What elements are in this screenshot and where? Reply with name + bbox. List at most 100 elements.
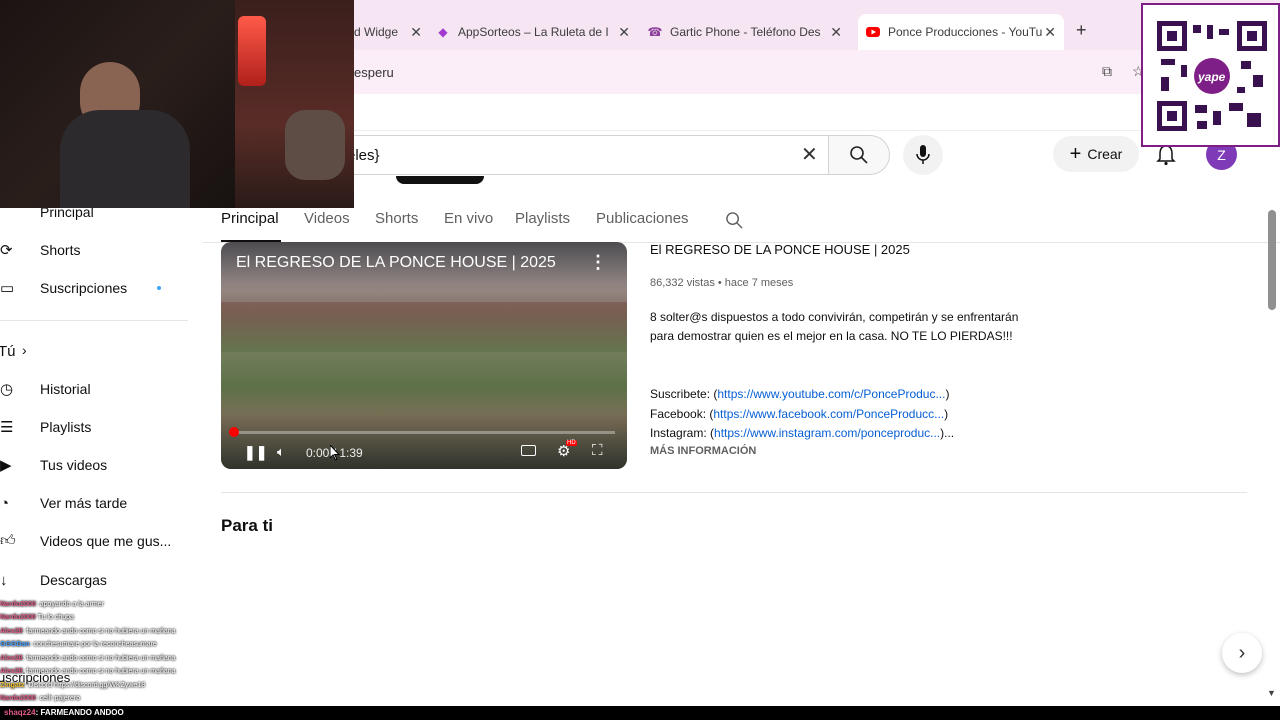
sidebar-item-history[interactable]: ◷ Historial <box>0 370 190 408</box>
chat-text: : conchesumare por la reconcheasumare <box>29 641 157 648</box>
link-line: Instagram: (https://www.instagram.com/po… <box>650 424 954 444</box>
tab-live[interactable]: En vivo <box>444 210 493 227</box>
voice-search-button[interactable] <box>903 135 943 175</box>
tab-home[interactable]: Principal <box>221 210 279 227</box>
browser-tab-active[interactable]: Ponce Producciones - YouTu ✕ <box>858 14 1064 50</box>
clear-search-icon[interactable]: ✕ <box>801 142 818 167</box>
url-text: esperu <box>354 65 394 80</box>
link-suffix: ) <box>945 387 950 401</box>
browser-tab[interactable]: d Widge ✕ <box>354 14 430 50</box>
playlists-icon: ☰ <box>0 419 14 436</box>
browser-tab[interactable]: ◆ AppSorteos – La Ruleta de I ✕ <box>436 14 638 50</box>
search-icon <box>850 146 868 164</box>
new-content-dot <box>157 286 161 290</box>
close-tab-icon[interactable]: ✕ <box>830 24 842 41</box>
watch-later-icon: ◔ <box>0 494 10 512</box>
sidebar-item-label: Descargas <box>40 572 107 588</box>
link-line: Facebook: (https://www.facebook.com/Ponc… <box>650 405 954 425</box>
appsorteos-icon: ◆ <box>438 25 448 39</box>
sidebar-item-label: Shorts <box>40 242 81 258</box>
chat-username: Zingatz <box>0 682 25 689</box>
chat-ticker-bar: shaqz24: FARMEANDO ANDOO <box>0 706 1280 720</box>
shorts-icon: ⟳ <box>0 242 13 259</box>
search-button[interactable] <box>828 135 890 175</box>
sidebar-item-your-videos[interactable]: ▶ Tus videos <box>0 446 190 484</box>
facebook-link[interactable]: https://www.facebook.com/PonceProducc... <box>713 407 944 421</box>
chat-username: shaqz24 <box>4 708 36 717</box>
link-prefix: Instagram: ( <box>650 426 715 440</box>
close-tab-icon[interactable]: ✕ <box>618 24 630 41</box>
section-divider <box>221 492 1247 493</box>
notifications-bell-icon[interactable] <box>1156 144 1176 166</box>
scrollbar-thumb[interactable] <box>1268 210 1276 310</box>
tab-label: d Widge <box>354 25 399 39</box>
chat-message: Alex28: farmeando ando como si no hubier… <box>0 655 176 662</box>
section-title: Para ti <box>221 516 273 535</box>
featured-video-title[interactable]: El REGRESO DE LA PONCE HOUSE | 2025 <box>650 242 910 257</box>
chat-text: Tu lo chupa <box>37 614 74 621</box>
sidebar-item-liked-videos[interactable]: 👍︎ Videos que me gus... <box>0 522 190 560</box>
subtitles-icon[interactable] <box>521 445 536 456</box>
next-arrow-button[interactable]: › <box>1222 633 1262 673</box>
tab-label: Gartic Phone - Teléfono Des <box>670 25 821 39</box>
sidebar-item-watch-later[interactable]: ◔ Ver más tarde <box>0 484 190 522</box>
sidebar-section-you[interactable]: Tú › <box>0 332 190 370</box>
chat-username: Alex28 <box>0 655 23 662</box>
tab-playlists[interactable]: Playlists <box>515 210 570 227</box>
close-tab-icon[interactable]: ✕ <box>410 24 422 41</box>
chat-text: : apoyando a la armer <box>35 601 104 608</box>
tab-videos[interactable]: Videos <box>304 210 350 227</box>
tab-label: Ponce Producciones - YouTu <box>888 25 1043 39</box>
sidebar-item-label: Historial <box>40 381 91 397</box>
volume-icon[interactable]: 🔈︎ <box>277 444 285 460</box>
link-line: Suscribete: (https://www.youtube.com/c/P… <box>650 385 954 405</box>
link-prefix: Facebook: ( <box>650 406 714 421</box>
chat-text: : FARMEANDO ANDOO <box>35 708 124 717</box>
sidebar-item-subscriptions[interactable]: ▭ Suscripciones <box>0 269 190 307</box>
history-icon: ◷ <box>0 381 14 398</box>
video-frame-scenery <box>221 302 627 352</box>
create-button[interactable]: + Crear <box>1053 136 1139 172</box>
link-suffix: )... <box>940 426 955 440</box>
your-videos-icon: ▶ <box>0 457 12 474</box>
channel-search-icon[interactable] <box>725 211 744 230</box>
new-tab-icon[interactable]: + <box>1076 20 1087 41</box>
gartic-phone-icon: ☎ <box>647 25 663 39</box>
browser-tab[interactable]: ☎ Gartic Phone - Teléfono Des ✕ <box>648 14 850 50</box>
microphone-icon <box>916 145 930 164</box>
sidebar-item-label: Tus videos <box>40 457 108 473</box>
chat-username: Nardo2000 <box>0 601 36 608</box>
install-app-icon[interactable]: ⧉ <box>1102 63 1112 80</box>
instagram-link[interactable]: https://www.instagram.com/ponceproduc... <box>714 426 940 440</box>
subscriptions-icon: ▭ <box>0 280 15 297</box>
link-prefix: Suscribete: ( <box>650 387 718 401</box>
chat-message: Nardo2000: apoyando a la armer <box>0 601 104 608</box>
plus-icon: + <box>1069 142 1082 165</box>
more-info-link[interactable]: MÁS INFORMACIÓN <box>650 445 756 457</box>
qr-code-overlay: yape <box>1141 3 1280 147</box>
sidebar-item-downloads[interactable]: ↓ Descargas <box>0 561 190 599</box>
sidebar-item-shorts[interactable]: ⟳ Shorts <box>0 231 190 269</box>
chat-text: : farmeando ando como si no hubiera un m… <box>22 628 176 635</box>
fullscreen-icon[interactable]: ⛶ <box>592 442 603 459</box>
youtube-link[interactable]: https://www.youtube.com/c/PonceProduc... <box>717 387 945 401</box>
sidebar-item-playlists[interactable]: ☰ Playlists <box>0 408 190 446</box>
chat-message: Alex28: farmeando ando como si no hubier… <box>0 628 176 635</box>
progress-track[interactable] <box>233 431 615 434</box>
player-title[interactable]: El REGRESO DE LA PONCE HOUSE | 2025 <box>236 254 556 272</box>
close-tab-icon[interactable]: ✕ <box>1044 24 1056 41</box>
youtube-icon <box>866 25 880 39</box>
sidebar-item-label: Videos que me gus... <box>40 533 172 549</box>
sidebar-item-label: Playlists <box>40 419 92 435</box>
create-label: Crear <box>1087 146 1123 162</box>
scroll-down-arrow-icon[interactable]: ▼ <box>1267 688 1276 698</box>
pause-icon[interactable]: ❚❚ <box>244 444 267 461</box>
webcam-microphone <box>238 16 266 86</box>
video-player[interactable]: El REGRESO DE LA PONCE HOUSE | 2025 ⋮ ❚❚… <box>221 242 627 469</box>
tab-posts[interactable]: Publicaciones <box>596 210 689 227</box>
chat-text: : Discord https://discord.gg/WKZywe18 <box>24 682 146 689</box>
tab-shorts[interactable]: Shorts <box>375 210 418 227</box>
search-input[interactable]: eles} ✕ <box>300 135 829 175</box>
progress-scrubber[interactable] <box>229 427 239 437</box>
more-vert-icon[interactable]: ⋮ <box>589 252 607 273</box>
